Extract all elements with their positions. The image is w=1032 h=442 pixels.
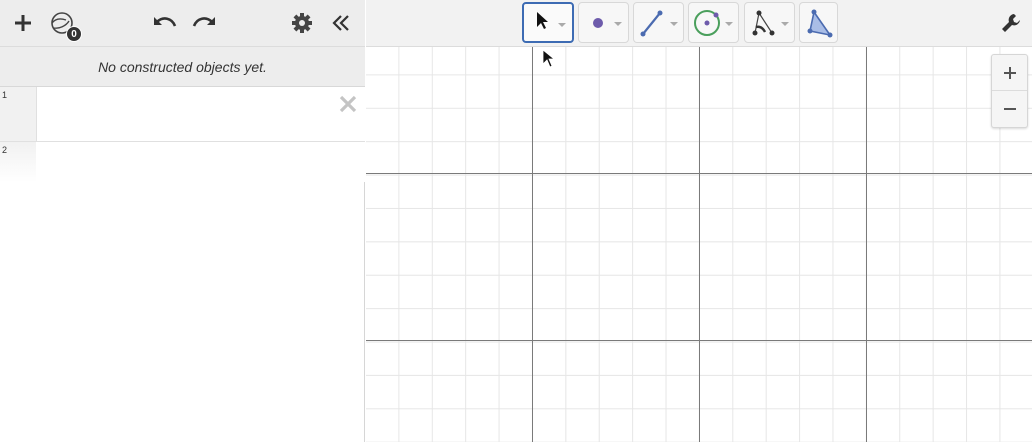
gear-icon[interactable] xyxy=(287,8,317,38)
polygon-tool[interactable] xyxy=(799,2,838,43)
close-icon[interactable] xyxy=(337,93,359,115)
empty-message: No constructed objects yet. xyxy=(0,47,365,87)
y-gridline-major xyxy=(866,47,867,442)
y-gridline-major xyxy=(532,47,533,442)
plus-icon xyxy=(1003,66,1016,79)
line-icon xyxy=(640,10,663,37)
zoom-out-button[interactable] xyxy=(992,91,1027,127)
zoom-in-button[interactable] xyxy=(992,55,1027,91)
row-number: 2 xyxy=(0,142,36,182)
polygon-icon xyxy=(807,9,833,38)
algebra-input[interactable] xyxy=(36,87,365,141)
point-tool[interactable] xyxy=(578,2,629,43)
object-count-badge: 0 xyxy=(66,26,82,42)
graphics-view[interactable] xyxy=(366,47,1032,442)
point-icon xyxy=(593,18,603,28)
angle-tool[interactable] xyxy=(744,2,795,43)
algebra-row[interactable]: 1 xyxy=(0,87,365,142)
x-gridline-major xyxy=(366,340,1032,341)
algebra-input[interactable] xyxy=(36,142,365,182)
row-number: 1 xyxy=(0,87,36,141)
circle-tool[interactable] xyxy=(688,2,739,43)
x-axis xyxy=(366,173,1032,174)
move-tool[interactable] xyxy=(522,2,574,43)
algebra-row[interactable]: 2 xyxy=(0,142,365,182)
circle-icon xyxy=(694,10,720,36)
minus-icon xyxy=(1003,108,1016,110)
wrench-icon[interactable] xyxy=(1000,12,1022,34)
redo-icon[interactable] xyxy=(189,8,219,38)
mouse-pointer-icon xyxy=(542,49,556,69)
algebra-panel: 0 No constructed objects yet. 1 2 xyxy=(0,0,365,442)
collapse-icon[interactable] xyxy=(326,8,356,38)
algebra-toolbar: 0 xyxy=(0,0,365,47)
undo-icon[interactable] xyxy=(150,8,180,38)
tool-bar xyxy=(366,0,1032,47)
plus-icon[interactable] xyxy=(8,8,38,38)
zoom-controls xyxy=(991,54,1028,128)
angle-icon xyxy=(752,10,775,36)
line-tool[interactable] xyxy=(633,2,684,43)
arrow-cursor-icon xyxy=(537,12,548,29)
y-axis xyxy=(699,47,700,442)
